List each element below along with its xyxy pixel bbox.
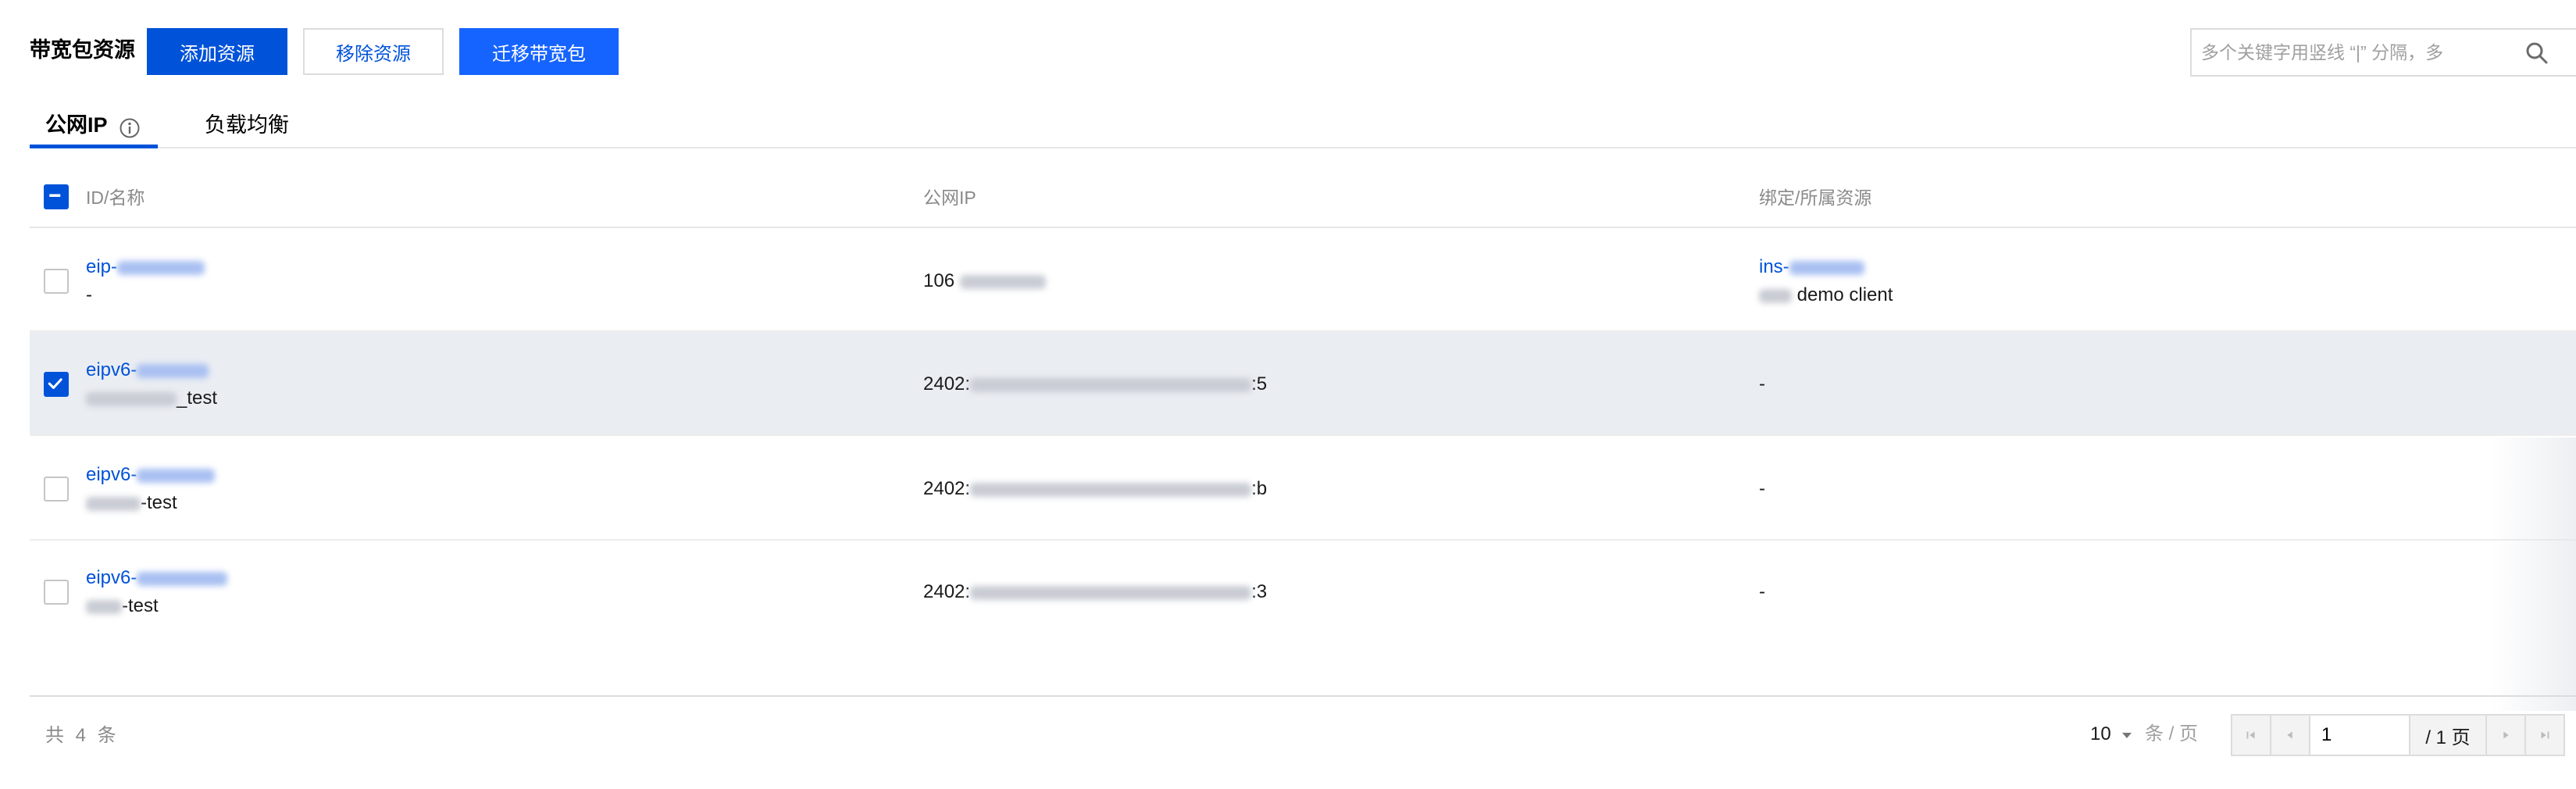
resource-id-link[interactable]: eipv6- — [86, 462, 216, 487]
search-box — [2190, 28, 2576, 77]
prev-page-icon — [2287, 731, 2292, 739]
prev-page-button[interactable] — [2271, 716, 2310, 755]
search-icon[interactable] — [2524, 41, 2549, 66]
redacted-resource-name — [1759, 288, 1792, 303]
resource-id-link[interactable]: eip- — [86, 255, 205, 280]
redacted-name — [86, 496, 141, 511]
redacted-name — [86, 391, 177, 406]
public-ip: 2402::3 — [923, 581, 1268, 602]
column-header-id-name: ID/名称 — [86, 187, 145, 208]
bound-resource: - — [1759, 581, 1765, 602]
total-pages: / 1 页 — [2410, 716, 2487, 755]
tab-public-ip[interactable]: 公网IP — [45, 111, 108, 139]
redacted-id — [137, 468, 216, 483]
checkbox-checked-icon — [48, 378, 62, 389]
redacted-resource-id — [1789, 260, 1864, 275]
column-header-public-ip: 公网IP — [923, 187, 976, 208]
redacted-ip — [970, 482, 1252, 497]
search-input[interactable] — [2192, 30, 2521, 75]
public-ip: 106 — [923, 269, 1046, 294]
bound-resource-name: demo client — [1759, 283, 1893, 308]
add-resource-button[interactable]: 添加资源 — [147, 28, 287, 75]
tab-load-balancer[interactable]: 负载均衡 — [205, 111, 289, 139]
page-size-select[interactable]: 10 — [2090, 720, 2135, 748]
public-ip: 2402::b — [923, 478, 1268, 499]
row-checkbox[interactable] — [44, 372, 69, 397]
row-divider — [30, 434, 2576, 436]
next-page-button[interactable] — [2487, 716, 2526, 755]
resource-id-link[interactable]: eipv6- — [86, 358, 209, 383]
row-divider — [30, 330, 2576, 332]
row-checkbox[interactable] — [44, 269, 69, 294]
remove-resource-button[interactable]: 移除资源 — [303, 28, 444, 75]
selected-row-highlight — [30, 331, 2576, 434]
resource-name: - — [86, 284, 92, 305]
per-page-label: 条 / 页 — [2145, 723, 2199, 744]
redacted-ip — [970, 585, 1252, 600]
checkbox-partial-icon — [49, 194, 61, 197]
bound-resource-link[interactable]: ins- — [1759, 255, 1864, 280]
select-all-checkbox[interactable] — [44, 184, 69, 209]
migrate-bandwidth-package-button[interactable]: 迁移带宽包 — [459, 28, 619, 75]
redacted-ip — [970, 377, 1252, 392]
bound-resource: - — [1759, 373, 1765, 394]
page-title: 带宽包资源 — [30, 38, 135, 62]
page-number-input[interactable] — [2310, 716, 2410, 755]
row-divider — [30, 539, 2576, 541]
bound-resource: - — [1759, 478, 1765, 499]
first-page-button[interactable] — [2232, 716, 2271, 755]
redacted-id — [137, 363, 209, 378]
next-page-icon — [2503, 731, 2509, 739]
row-checkbox[interactable] — [44, 580, 69, 605]
chevron-down-icon — [2122, 732, 2132, 738]
redacted-ip — [959, 274, 1046, 289]
scroll-shadow — [2492, 437, 2576, 711]
table-footer-divider — [30, 695, 2576, 697]
column-header-bound-resource: 绑定/所属资源 — [1759, 187, 1872, 208]
redacted-id — [117, 260, 205, 275]
resource-name: _test — [86, 386, 217, 411]
resource-id-link[interactable]: eipv6- — [86, 566, 228, 591]
public-ip: 2402::5 — [923, 373, 1268, 394]
active-tab-indicator — [30, 145, 158, 148]
resource-name: -test — [86, 491, 177, 516]
redacted-id — [137, 571, 228, 586]
first-page-icon — [2246, 731, 2255, 739]
redacted-name — [86, 599, 122, 614]
last-page-button[interactable] — [2526, 716, 2564, 755]
row-checkbox[interactable] — [44, 477, 69, 502]
last-page-icon — [2541, 731, 2549, 739]
total-count: 共 4 条 — [45, 725, 120, 746]
info-icon[interactable] — [119, 117, 141, 139]
resource-name: -test — [86, 594, 159, 619]
page-size-value: 10 — [2090, 723, 2111, 744]
table-header-divider — [30, 227, 2576, 228]
tab-bar-divider — [30, 147, 2576, 148]
pagination-control: / 1 页 — [2231, 714, 2565, 756]
